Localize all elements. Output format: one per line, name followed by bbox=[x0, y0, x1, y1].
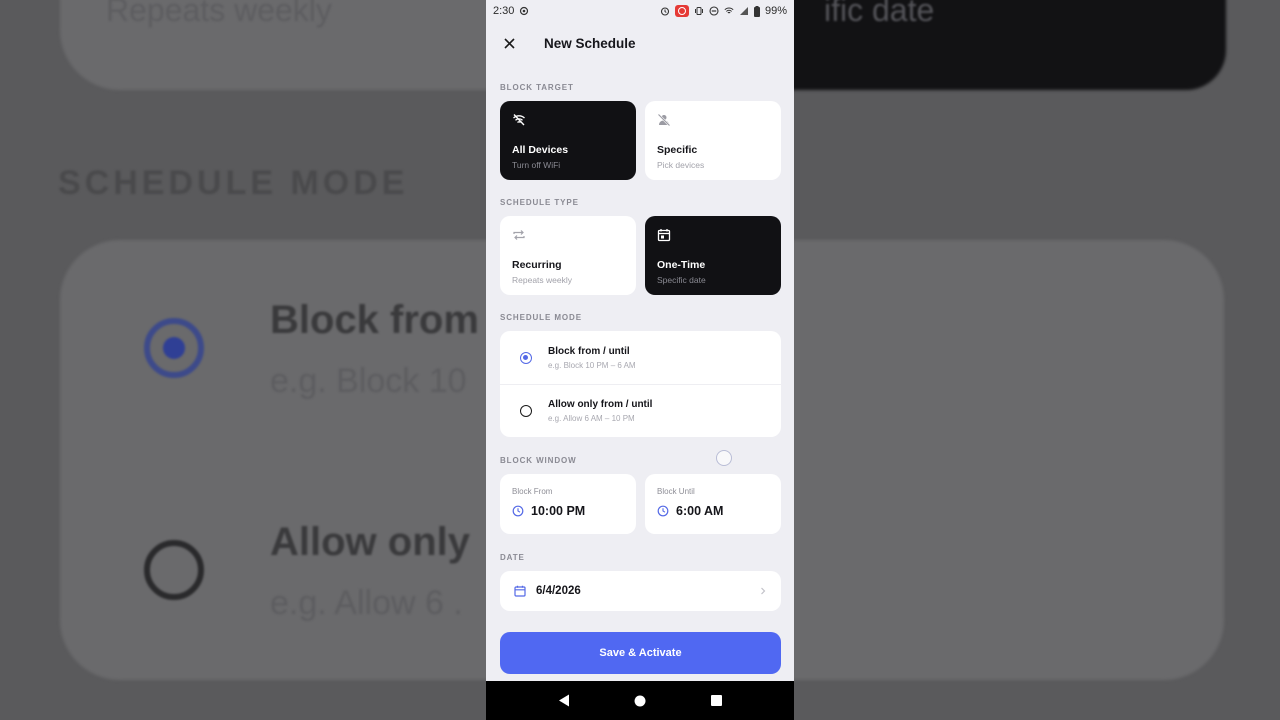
mode-title: Block from / until bbox=[548, 345, 630, 357]
background-right-panel: ific date bbox=[794, 0, 1280, 720]
status-bar: 2:30 99% bbox=[486, 0, 794, 22]
wifi-off-icon bbox=[513, 114, 525, 126]
background-text: e.g. Allow 6 . bbox=[270, 584, 463, 622]
time-label: Block From bbox=[512, 487, 553, 496]
status-time: 2:30 bbox=[493, 5, 515, 17]
navigation-bar bbox=[486, 681, 794, 720]
page-title: New Schedule bbox=[544, 35, 636, 51]
background-card bbox=[794, 240, 1224, 680]
home-circle-icon bbox=[634, 695, 646, 706]
chevron-right-icon bbox=[761, 587, 766, 595]
person-off-icon bbox=[657, 113, 671, 127]
section-label-block-target: BLOCK TARGET bbox=[500, 83, 574, 92]
block-from-picker[interactable]: Block From 10:00 PM bbox=[500, 474, 636, 534]
nav-home-button[interactable] bbox=[628, 689, 652, 713]
battery-icon bbox=[753, 5, 760, 17]
mode-option-block[interactable]: Block from / until e.g. Block 10 PM – 6 … bbox=[500, 331, 781, 385]
time-value: 10:00 PM bbox=[531, 504, 586, 518]
choice-title: One-Time bbox=[657, 259, 706, 271]
background-left-panel: Repeats weekly SCHEDULE MODE Block from … bbox=[0, 0, 486, 720]
background-text: Block from bbox=[270, 298, 479, 342]
dnd-icon bbox=[709, 6, 719, 16]
background-text: ific date bbox=[824, 0, 935, 28]
section-label-date: DATE bbox=[500, 553, 525, 562]
radio-unselected[interactable] bbox=[520, 404, 532, 417]
choice-title: All Devices bbox=[512, 144, 569, 156]
choice-title: Specific bbox=[657, 144, 698, 156]
section-label-schedule-mode: SCHEDULE MODE bbox=[500, 313, 582, 322]
date-value: 6/4/2026 bbox=[536, 585, 581, 597]
block-until-picker[interactable]: Block Until 6:00 AM bbox=[645, 474, 781, 534]
choice-subtitle: Repeats weekly bbox=[512, 275, 573, 285]
close-button[interactable] bbox=[494, 28, 524, 58]
schedule-mode-card: Block from / until e.g. Block 10 PM – 6 … bbox=[500, 331, 781, 437]
date-picker[interactable]: 6/4/2026 bbox=[500, 571, 781, 611]
recents-square-icon bbox=[710, 695, 722, 706]
section-label-block-window: BLOCK WINDOW bbox=[500, 456, 577, 465]
nav-recents-button[interactable] bbox=[704, 689, 728, 713]
mode-subtitle: e.g. Block 10 PM – 6 AM bbox=[548, 360, 636, 370]
wifi-icon bbox=[724, 7, 734, 14]
app-bar: New Schedule bbox=[486, 28, 794, 58]
clock-icon bbox=[657, 505, 669, 517]
schedule-type-one-time[interactable]: One-Time Specific date bbox=[645, 216, 781, 295]
section-label-schedule-type: SCHEDULE TYPE bbox=[500, 198, 579, 207]
schedule-type-recurring[interactable]: Recurring Repeats weekly bbox=[500, 216, 636, 295]
close-icon bbox=[503, 37, 515, 49]
block-target-specific[interactable]: Specific Pick devices bbox=[645, 101, 781, 180]
mode-option-allow[interactable]: Allow only from / until e.g. Allow 6 AM … bbox=[500, 384, 781, 437]
choice-subtitle: Pick devices bbox=[657, 160, 705, 170]
mode-title: Allow only from / until bbox=[548, 398, 653, 410]
choice-subtitle: Turn off WiFi bbox=[512, 160, 561, 170]
choice-title: Recurring bbox=[512, 259, 562, 271]
phone-screen: 2:30 99% New Schedule BLOCK TARGET All D… bbox=[486, 0, 794, 720]
block-target-all-devices[interactable]: All Devices Turn off WiFi bbox=[500, 101, 636, 180]
back-triangle-icon bbox=[559, 694, 569, 707]
signal-icon bbox=[739, 7, 748, 15]
calendar-icon bbox=[657, 229, 671, 242]
record-icon bbox=[674, 5, 689, 17]
repeat-icon bbox=[513, 230, 525, 240]
background-radio bbox=[144, 540, 204, 600]
calendar-icon bbox=[514, 585, 526, 597]
touch-indicator bbox=[716, 450, 732, 466]
radio-selected[interactable] bbox=[520, 351, 532, 364]
battery-level: 99% bbox=[764, 5, 787, 17]
clock-icon bbox=[512, 505, 524, 517]
background-heading: SCHEDULE MODE bbox=[58, 164, 409, 202]
time-value: 6:00 AM bbox=[676, 504, 724, 518]
alarm-icon bbox=[660, 7, 670, 16]
location-icon bbox=[520, 6, 529, 16]
background-text: e.g. Block 10 bbox=[270, 362, 467, 400]
background-text: Allow only bbox=[270, 520, 470, 564]
background-text: Repeats weekly bbox=[106, 0, 332, 28]
nav-back-button[interactable] bbox=[552, 689, 576, 713]
save-activate-button[interactable]: Save & Activate bbox=[500, 632, 781, 674]
time-label: Block Until bbox=[657, 487, 695, 496]
choice-subtitle: Specific date bbox=[657, 275, 706, 285]
vibrate-icon bbox=[694, 7, 703, 15]
mode-subtitle: e.g. Allow 6 AM – 10 PM bbox=[548, 413, 635, 423]
background-radio-selected bbox=[144, 318, 204, 378]
